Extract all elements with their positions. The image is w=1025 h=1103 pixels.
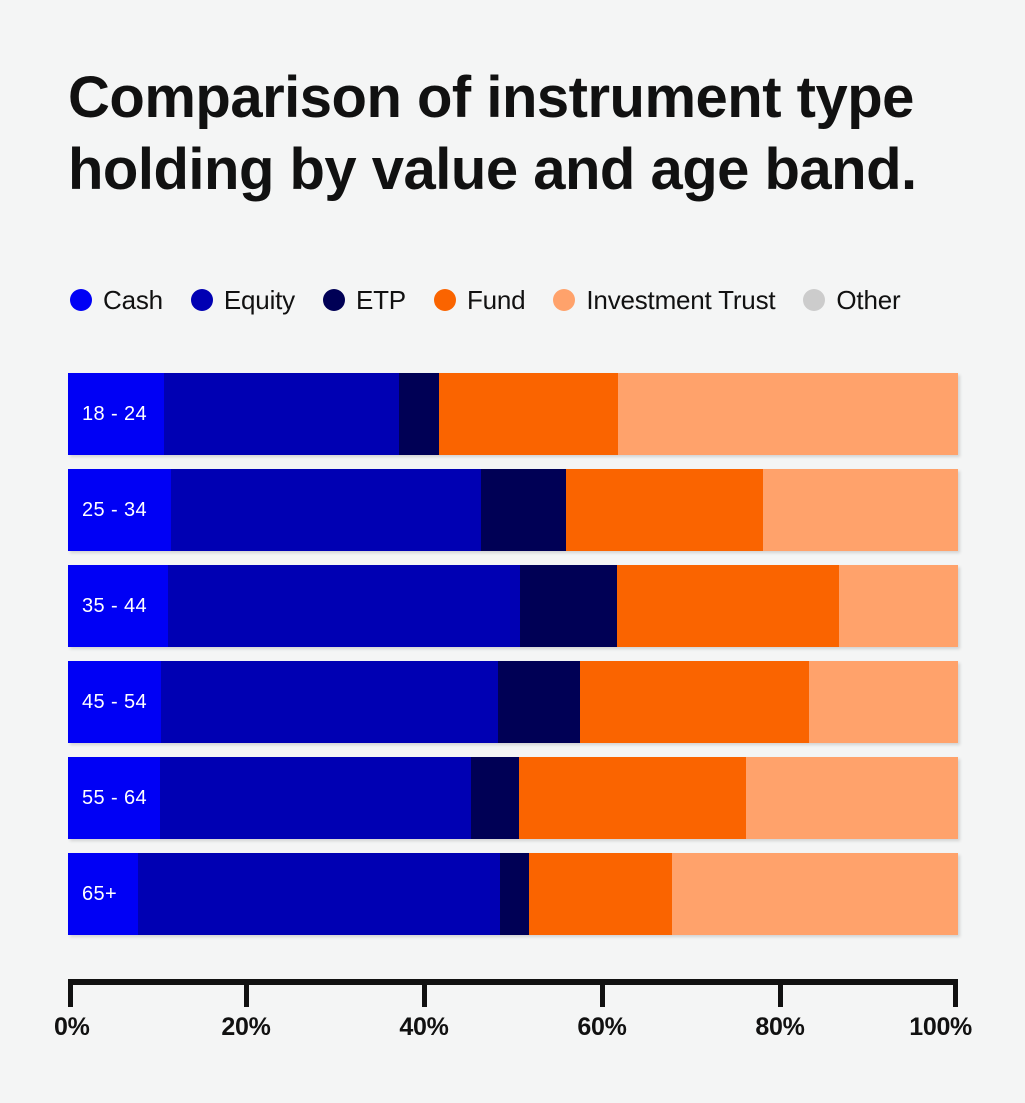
x-axis-end-cap (953, 979, 958, 1007)
legend-item-cash[interactable]: Cash (70, 285, 163, 316)
x-axis-start-cap (68, 979, 73, 1007)
legend-item-investment-trust[interactable]: Investment Trust (553, 284, 776, 316)
bar-segment-fund[interactable] (579, 661, 810, 743)
x-axis-tick-label: 40% (399, 1013, 449, 1041)
bar-segment-fund[interactable] (528, 853, 673, 935)
bar-segment-etp[interactable] (497, 661, 580, 743)
legend-item-equity[interactable]: Equity (190, 284, 295, 316)
circle-swatch-icon (803, 289, 826, 311)
bar-segment-fund[interactable] (566, 469, 764, 551)
bar-segment-investment-trust[interactable] (617, 373, 958, 455)
bar-row[interactable]: 55 - 64 (68, 757, 958, 839)
bar-row[interactable]: 25 - 34 (68, 469, 958, 551)
bar-segment-fund[interactable] (519, 757, 747, 839)
x-axis-tick-label: 60% (577, 1013, 627, 1041)
bar-segment-etp[interactable] (471, 757, 520, 839)
bar-segment-fund[interactable] (439, 373, 618, 455)
bar-segment-investment-trust[interactable] (763, 469, 958, 551)
bar-segment-cash[interactable]: 65+ (68, 853, 139, 935)
x-axis-tick (421, 981, 427, 1007)
bar-row-label: 65+ (82, 882, 118, 905)
chart-container: Comparison of instrument type holding by… (0, 0, 1025, 1103)
x-axis-tick (599, 981, 605, 1007)
x-axis-tick-label: 20% (221, 1013, 271, 1041)
x-axis-tick-label: 80% (755, 1013, 805, 1041)
bar-segment-cash[interactable]: 55 - 64 (68, 757, 160, 839)
bar-segment-equity[interactable] (167, 565, 521, 647)
legend-item-label: Cash (103, 284, 163, 315)
legend-item-label: Other (836, 284, 901, 315)
bar-segment-investment-trust[interactable] (746, 757, 958, 839)
bar-segment-equity[interactable] (138, 853, 500, 935)
x-axis-tick (243, 981, 249, 1007)
bar-row[interactable]: 35 - 44 (68, 565, 958, 647)
x-axis-tick (777, 981, 783, 1007)
bar-row-label: 55 - 64 (82, 786, 148, 809)
circle-swatch-icon (70, 289, 92, 311)
bar-row[interactable]: 65+ (68, 853, 958, 935)
bar-segment-etp[interactable] (399, 373, 440, 455)
bar-segment-cash[interactable]: 25 - 34 (68, 469, 172, 551)
circle-swatch-icon (322, 289, 345, 311)
bar-segment-investment-trust[interactable] (672, 853, 958, 935)
bar-row[interactable]: 18 - 24 (68, 373, 958, 455)
bar-segment-cash[interactable]: 35 - 44 (68, 565, 168, 647)
bar-row-label: 45 - 54 (82, 690, 148, 713)
bar-segment-fund[interactable] (617, 565, 839, 647)
bar-segment-equity[interactable] (161, 661, 498, 743)
legend-item-label: ETP (355, 284, 406, 315)
x-axis-tick-label: 0% (54, 1013, 90, 1041)
bar-row-label: 25 - 34 (82, 498, 148, 521)
circle-swatch-icon (433, 289, 456, 311)
legend-item-label: Equity (223, 284, 295, 315)
bar-row[interactable]: 45 - 54 (68, 661, 958, 743)
bar-segment-equity[interactable] (171, 469, 481, 551)
bar-row-label: 18 - 24 (82, 402, 148, 425)
bar-segment-etp[interactable] (499, 853, 529, 935)
plot-area: 18 - 24 25 - 34 35 - 44 45 - 54 55 - 64 65+ (68, 373, 958, 935)
legend-item-other[interactable]: Other (803, 284, 901, 316)
x-axis-line (68, 979, 958, 985)
bar-row-label: 35 - 44 (82, 594, 148, 617)
legend-item-fund[interactable]: Fund (433, 284, 526, 316)
bar-segment-cash[interactable]: 45 - 54 (68, 661, 162, 743)
bar-segment-etp[interactable] (480, 469, 567, 551)
bar-segment-equity[interactable] (164, 373, 400, 455)
x-axis-tick-label: 100% (909, 1013, 972, 1041)
circle-swatch-icon (553, 289, 576, 311)
bar-segment-investment-trust[interactable] (838, 565, 958, 647)
bar-segment-etp[interactable] (520, 565, 618, 647)
legend-item-etp[interactable]: ETP (322, 284, 406, 316)
legend-item-label: Fund (466, 284, 526, 315)
bar-segment-cash[interactable]: 18 - 24 (68, 373, 165, 455)
chart-title: Comparison of instrument type holding by… (68, 65, 917, 202)
bar-segment-investment-trust[interactable] (809, 661, 958, 743)
circle-swatch-icon (190, 289, 213, 311)
legend-item-label: Investment Trust (586, 284, 776, 315)
bar-segment-equity[interactable] (159, 757, 472, 839)
chart-legend: Cash Equity ETP Fund Investment Trust Other (70, 281, 928, 319)
